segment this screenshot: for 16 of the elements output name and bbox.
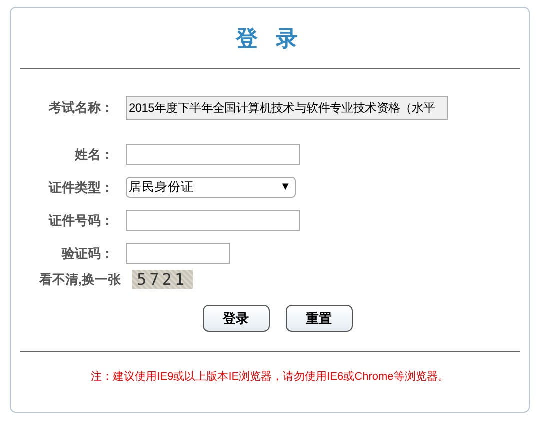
captcha-field[interactable] (126, 243, 230, 264)
input-field[interactable] (126, 144, 300, 165)
refresh-captcha-link[interactable]: 看不清,换一张 (16, 270, 121, 290)
captcha-image: 5721 (132, 270, 193, 289)
reset-button[interactable]: 重置 (286, 305, 352, 332)
field-label: 考试名称： (48, 99, 114, 118)
id-type-select[interactable]: 居民身份证 ▼ (126, 177, 296, 198)
field-label: 证件类型： (48, 178, 114, 197)
login-button[interactable]: 登录 (202, 305, 270, 332)
field-label: 验证码： (60, 244, 114, 263)
field-label: 证件号码： (48, 212, 114, 230)
browser-note: 注：建议使用IE9或以上版本IE浏览器，请勿使用IE6或Chrome等浏览器。 (91, 370, 449, 385)
input-field[interactable] (126, 210, 300, 231)
exam-name-field[interactable]: 2015年度下半年全国计算机技术与软件专业技术资格（水平 (126, 96, 448, 120)
page-title: 登 录 (236, 24, 304, 52)
field-label: 姓名： (74, 146, 114, 164)
